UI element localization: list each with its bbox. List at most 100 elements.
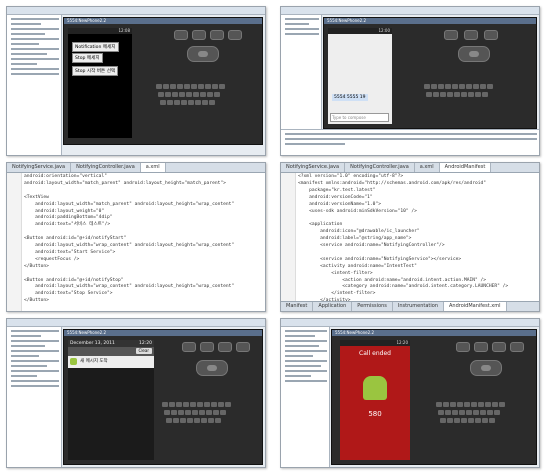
compose-input[interactable]: Type to compose bbox=[330, 113, 389, 122]
tab-manifest[interactable]: AndroidManifest bbox=[439, 163, 492, 172]
home-button[interactable] bbox=[174, 30, 188, 40]
line-numbers bbox=[7, 173, 22, 311]
eclipse-toolbar bbox=[7, 319, 265, 327]
tab-manifest-xml[interactable]: AndroidManifest.xml bbox=[444, 302, 507, 311]
notification-text: 새 메시지 도착 bbox=[80, 359, 108, 364]
status-time: 12:20 bbox=[139, 341, 152, 346]
status-time: 12:20 bbox=[340, 340, 410, 346]
code-line: android:text="서비스 테스트"/> bbox=[24, 222, 111, 228]
code-line: <activity android:name="IntentTest" bbox=[298, 263, 417, 269]
emulator-title: 5554:NewPhone2.2 bbox=[324, 18, 536, 24]
emulator-window[interactable]: 5554:NewPhone2.2 12:08 Notification 메세지 … bbox=[63, 17, 263, 145]
tab-notifying-service[interactable]: NotifyingService.java bbox=[7, 163, 72, 172]
panel-emulator-notification: 5554:NewPhone2.2 December 13, 2011 12:20… bbox=[6, 318, 266, 468]
menu-item-2[interactable]: Stop 메세지 bbox=[72, 53, 103, 63]
code-editor[interactable]: <?xml version="1.0" encoding="utf-8"?> <m… bbox=[281, 173, 539, 310]
code-line: <TextView bbox=[24, 194, 49, 200]
code-line: </Button> bbox=[24, 263, 49, 269]
call-number: 580 bbox=[368, 410, 382, 418]
dpad-icon[interactable] bbox=[458, 46, 490, 62]
emulator-screen[interactable]: 12:20 Call ended 580 bbox=[340, 340, 410, 460]
menu-item-1[interactable]: Notification 메세지 bbox=[72, 42, 119, 52]
dpad-icon[interactable] bbox=[187, 46, 219, 62]
emulator-title: 5554:NewPhone2.2 bbox=[64, 18, 262, 24]
editor-tabs[interactable]: NotifyingService.java NotifyingController… bbox=[281, 163, 539, 173]
panel-emulator-messaging: 5554:NewPhone2.2 12:00 5554 5555 19 Type… bbox=[280, 6, 540, 156]
panel-emulator-call-ended: 5554:NewPhone2.2 12:20 Call ended 580 bbox=[280, 318, 540, 468]
code-line: </Button> bbox=[24, 298, 49, 304]
android-robot-icon bbox=[363, 376, 387, 400]
code-editor[interactable]: android:orientation="vertical" android:la… bbox=[7, 173, 265, 311]
menu-button[interactable] bbox=[192, 30, 206, 40]
code-line: android:layout_width="match_parent" andr… bbox=[24, 180, 226, 186]
code-line: android:text="Start Service"> bbox=[24, 249, 116, 255]
search-button[interactable] bbox=[228, 30, 242, 40]
eclipse-toolbar bbox=[7, 7, 265, 15]
tab-manifest-bottom[interactable]: Manifest bbox=[281, 302, 314, 311]
home-button[interactable] bbox=[444, 30, 458, 40]
menu-button[interactable] bbox=[474, 342, 488, 352]
tab-application[interactable]: Application bbox=[313, 302, 353, 311]
package-explorer[interactable] bbox=[281, 327, 330, 467]
home-button[interactable] bbox=[456, 342, 470, 352]
package-explorer[interactable] bbox=[7, 327, 62, 467]
back-button[interactable] bbox=[484, 30, 498, 40]
message-bubble: 5554 5555 19 bbox=[332, 94, 368, 101]
tab-a-xml[interactable]: a.xml bbox=[415, 163, 440, 172]
code-line: <Button android:id="@+id/notifyStart" bbox=[24, 236, 127, 242]
emulator-window[interactable]: 5554:NewPhone2.2 12:20 Call ended 580 bbox=[331, 329, 537, 465]
search-button[interactable] bbox=[236, 342, 250, 352]
menu-item-3[interactable]: Stop 시작 버튼 선택 bbox=[72, 66, 119, 76]
code-line: android:versionCode="1" bbox=[298, 194, 373, 200]
logcat-view[interactable] bbox=[281, 129, 539, 155]
code-line: android:layout_width="wrap_content" andr… bbox=[24, 243, 235, 248]
panel-manifest-xml: NotifyingService.java NotifyingController… bbox=[280, 162, 540, 312]
eclipse-toolbar bbox=[281, 7, 539, 15]
notification-date: December 13, 2011 bbox=[70, 341, 115, 346]
tab-notifying-service[interactable]: NotifyingService.java bbox=[281, 163, 346, 172]
tab-notifying-controller[interactable]: NotifyingController.java bbox=[71, 163, 141, 172]
call-status: Call ended bbox=[359, 350, 391, 357]
code-line: <uses-sdk android:minSdkVersion="10" /> bbox=[298, 208, 417, 214]
tab-notifying-controller[interactable]: NotifyingController.java bbox=[345, 163, 415, 172]
line-numbers bbox=[281, 173, 296, 301]
code-line: package="kr.test.latest" bbox=[298, 187, 376, 193]
code-line: <manifest xmlns:android="http://schemas.… bbox=[298, 180, 487, 186]
notification-item[interactable]: 새 메시지 도착 bbox=[68, 356, 154, 368]
panel-emulator-menu: 5554:NewPhone2.2 12:08 Notification 메세지 … bbox=[6, 6, 266, 156]
back-button[interactable] bbox=[210, 30, 224, 40]
back-button[interactable] bbox=[218, 342, 232, 352]
emulator-screen[interactable]: 12:00 5554 5555 19 Type to compose bbox=[328, 28, 392, 124]
code-line: <service android:name="NotifyingControll… bbox=[298, 243, 445, 248]
emulator-window[interactable]: 5554:NewPhone2.2 December 13, 2011 12:20… bbox=[63, 329, 263, 465]
tab-a-xml[interactable]: a.xml bbox=[140, 163, 166, 172]
dpad-icon[interactable] bbox=[470, 360, 502, 376]
package-explorer[interactable] bbox=[7, 15, 62, 155]
eclipse-toolbar bbox=[281, 319, 539, 327]
editor-tabs[interactable]: NotifyingService.java NotifyingController… bbox=[7, 163, 265, 173]
menu-button[interactable] bbox=[200, 342, 214, 352]
emulator-window[interactable]: 5554:NewPhone2.2 12:00 5554 5555 19 Type… bbox=[323, 17, 537, 129]
code-line: android:versionName="1.0"> bbox=[298, 201, 381, 207]
code-line: <requestFocus /> bbox=[24, 256, 80, 262]
home-button[interactable] bbox=[182, 342, 196, 352]
search-button[interactable] bbox=[510, 342, 524, 352]
code-line: android:orientation="vertical" bbox=[24, 174, 107, 179]
code-line: <intent-filter> bbox=[298, 270, 373, 276]
dpad-icon[interactable] bbox=[196, 360, 228, 376]
clear-button[interactable]: Clear bbox=[135, 348, 152, 354]
emulator-title: 5554:NewPhone2.2 bbox=[64, 330, 262, 336]
code-line: android:label="@string/app_name"> bbox=[298, 236, 412, 242]
code-line: <service android:name="NotifyingService"… bbox=[298, 256, 462, 262]
panel-layout-xml: NotifyingService.java NotifyingController… bbox=[6, 162, 266, 312]
emulator-screen[interactable]: 12:08 Notification 메세지 Stop 메세지 Stop 시작 … bbox=[68, 28, 132, 138]
android-robot-icon bbox=[70, 358, 77, 365]
tab-permissions[interactable]: Permissions bbox=[352, 302, 393, 311]
code-line: android:layout_width="match_parent" andr… bbox=[24, 201, 235, 207]
manifest-bottom-tabs[interactable]: Manifest Application Permissions Instrument… bbox=[281, 301, 539, 311]
tab-instrumentation[interactable]: Instrumentation bbox=[393, 302, 445, 311]
back-button[interactable] bbox=[492, 342, 506, 352]
emulator-screen[interactable]: December 13, 2011 12:20 Notifications Cl… bbox=[68, 340, 154, 460]
emulator-title: 5554:NewPhone2.2 bbox=[332, 330, 536, 336]
menu-button[interactable] bbox=[464, 30, 478, 40]
